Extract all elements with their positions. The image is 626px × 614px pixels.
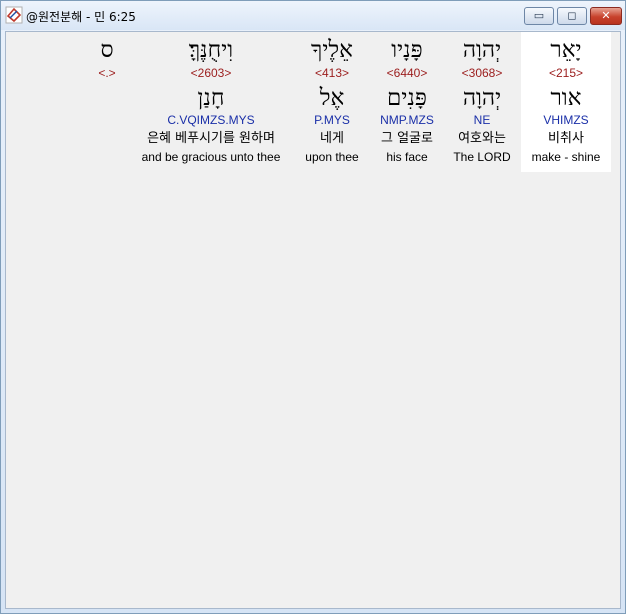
window-title: @원전분해 - 민 6:25 [26, 10, 136, 24]
strong-number[interactable]: <6440> [369, 66, 445, 81]
english-gloss: his face [386, 150, 428, 164]
app-window: @원전분해 - 민 6:25 ▭ ◻ ✕ יָאֵר <215> אור VHI… [0, 0, 626, 614]
hebrew-root: יְהוָה [462, 85, 502, 111]
morphology-code: VHIMZS [543, 113, 589, 127]
title-bar[interactable]: @원전분해 - 민 6:25 ▭ ◻ ✕ [1, 1, 625, 30]
close-icon: ✕ [601, 9, 611, 22]
hebrew-word: יְהוָה [462, 37, 502, 63]
hebrew-root: אֶל [319, 85, 345, 111]
english-gloss: The LORD [453, 150, 511, 164]
hebrew-word: ס [100, 37, 114, 63]
strong-number[interactable]: <3068> [446, 66, 518, 81]
korean-gloss: 네게 [320, 131, 344, 146]
close-button[interactable]: ✕ [590, 7, 622, 25]
morphology-code: C.VQIMZS.MYS [167, 113, 255, 127]
word-column-1[interactable]: יָאֵר <215> אור VHIMZS 비취사 make - shine [521, 32, 611, 172]
word-column-2[interactable]: יְהוָה <3068> יְהוָה NE 여호와는 The LORD [446, 32, 518, 172]
korean-gloss: 은혜 베푸시기를 원하며 [147, 131, 275, 146]
hebrew-word: פָּנָיו [391, 37, 423, 63]
english-gloss: and be gracious unto thee [141, 150, 281, 164]
hebrew-word: וִיחֻנֶּךָּ׃ [188, 37, 234, 63]
word-column-6[interactable]: ס <.> [90, 32, 124, 172]
korean-gloss: 여호와는 [458, 131, 506, 146]
minimize-icon: ▭ [533, 9, 545, 22]
morphology-code: P.MYS [314, 113, 350, 127]
korean-gloss: 비취사 [548, 131, 584, 146]
english-gloss: upon thee [305, 150, 359, 164]
app-logo-icon [5, 6, 23, 24]
minimize-button[interactable]: ▭ [524, 7, 554, 25]
maximize-button[interactable]: ◻ [557, 7, 587, 25]
hebrew-word: אֵלֶיךָ [311, 37, 353, 63]
word-column-4[interactable]: אֵלֶיךָ <413> אֶל P.MYS 네게 upon thee [298, 32, 366, 172]
hebrew-word: יָאֵר [550, 37, 582, 63]
hebrew-root: פָּנִים [387, 85, 427, 111]
hebrew-root: אור [550, 85, 582, 111]
word-column-3[interactable]: פָּנָיו <6440> פָּנִים NMP.MZS 그 얼굴로 his… [369, 32, 445, 172]
strong-number[interactable]: <2603> [128, 66, 294, 81]
morphology-code: NMP.MZS [380, 113, 434, 127]
maximize-icon: ◻ [567, 9, 577, 22]
morphology-code: NE [473, 113, 491, 127]
strong-number[interactable]: <215> [521, 66, 611, 81]
hebrew-root: חָנַן [197, 85, 225, 111]
english-gloss: make - shine [531, 150, 601, 164]
word-column-5[interactable]: וִיחֻנֶּךָּ׃ <2603> חָנַן C.VQIMZS.MYS 은… [128, 32, 294, 172]
strong-number[interactable]: <413> [298, 66, 366, 81]
strong-number[interactable]: <.> [90, 66, 124, 81]
interlinear-panel: יָאֵר <215> אור VHIMZS 비취사 make - shine … [5, 31, 621, 609]
korean-gloss: 그 얼굴로 [381, 131, 433, 146]
